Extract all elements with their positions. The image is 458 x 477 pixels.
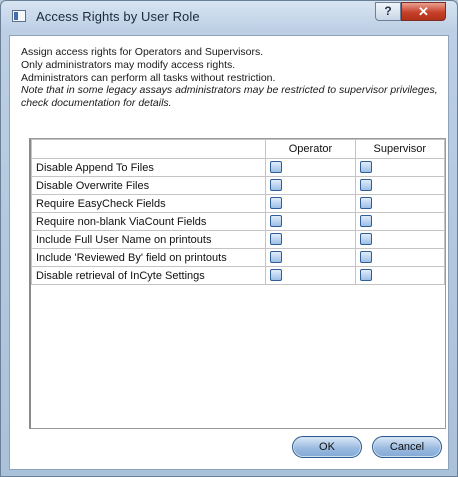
dialog-content: Assign access rights for Operators and S… — [9, 35, 449, 470]
table-row: Require non-blank ViaCount Fields — [30, 212, 446, 231]
operator-checkbox[interactable] — [270, 197, 283, 209]
supervisor-checkbox[interactable] — [359, 215, 372, 227]
row-label: Disable Overwrite Files — [30, 176, 267, 195]
row-label: Require EasyCheck Fields — [30, 194, 267, 213]
title-bar[interactable]: Access Rights by User Role ? ✕ — [1, 1, 457, 35]
row-label: Require non-blank ViaCount Fields — [30, 212, 267, 231]
access-rights-table: Operator Supervisor Disable Append To Fi… — [29, 138, 446, 429]
column-header-supervisor: Supervisor — [354, 139, 446, 159]
operator-checkbox[interactable] — [270, 269, 283, 281]
supervisor-checkbox[interactable] — [359, 161, 372, 173]
operator-checkbox[interactable] — [270, 233, 283, 245]
supervisor-checkbox[interactable] — [359, 179, 372, 191]
help-button[interactable]: ? — [375, 2, 401, 21]
window-icon — [12, 10, 26, 22]
supervisor-checkbox[interactable] — [359, 269, 372, 281]
ok-button[interactable]: OK — [292, 436, 362, 458]
table-row: Disable Append To Files — [30, 158, 446, 177]
operator-checkbox[interactable] — [270, 179, 283, 191]
supervisor-checkbox[interactable] — [359, 251, 372, 263]
supervisor-checkbox[interactable] — [359, 197, 372, 209]
description-note: Note that in some legacy assays administ… — [21, 84, 438, 110]
table-row: Require EasyCheck Fields — [30, 194, 446, 213]
row-label: Include 'Reviewed By' field on printouts — [30, 248, 267, 267]
table-row: Include 'Reviewed By' field on printouts — [30, 248, 446, 267]
operator-checkbox[interactable] — [270, 251, 283, 263]
row-label: Include Full User Name on printouts — [30, 230, 267, 249]
close-button[interactable]: ✕ — [401, 2, 446, 21]
header-blank — [30, 139, 267, 159]
operator-checkbox[interactable] — [270, 215, 283, 227]
column-header-operator: Operator — [265, 139, 356, 159]
window-title: Access Rights by User Role — [36, 9, 200, 24]
table-row: Disable Overwrite Files — [30, 176, 446, 195]
description: Assign access rights for Operators and S… — [21, 46, 441, 110]
cancel-button[interactable]: Cancel — [372, 436, 442, 458]
row-label: Disable Append To Files — [30, 158, 267, 177]
operator-checkbox[interactable] — [270, 161, 283, 173]
row-label: Disable retrieval of InCyte Settings — [30, 266, 267, 285]
dialog-window: Access Rights by User Role ? ✕ Assign ac… — [0, 0, 458, 477]
table-row: Disable retrieval of InCyte Settings — [30, 266, 446, 285]
table-header-row: Operator Supervisor — [30, 139, 446, 159]
table-row: Include Full User Name on printouts — [30, 230, 446, 249]
description-line-2: Only administrators may modify access ri… — [21, 58, 236, 71]
supervisor-checkbox[interactable] — [359, 233, 372, 245]
description-line-3: Administrators can perform all tasks wit… — [21, 71, 276, 84]
description-line-1: Assign access rights for Operators and S… — [21, 46, 264, 58]
